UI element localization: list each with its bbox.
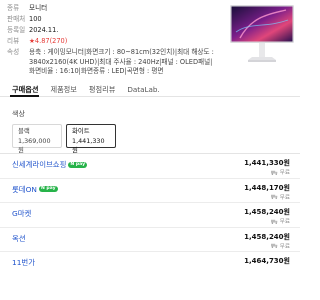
info-registered: 등록일 2024.11.: [7, 25, 225, 36]
info-value: 100: [29, 15, 42, 23]
seller-name: G마켓: [12, 209, 32, 218]
seller-link[interactable]: 옥션: [12, 233, 26, 244]
seller-name: 롯데ON: [12, 184, 37, 194]
truck-icon: [271, 243, 278, 248]
seller-name: 11번가: [12, 258, 36, 267]
seller-list: 신세계라이브쇼핑 N pay 1,441,330원 무료 롯데ON N pay …: [0, 153, 300, 276]
info-key: 종류: [7, 4, 20, 12]
npay-badge: N pay: [38, 186, 58, 192]
option-white-button[interactable]: 화이트 1,441,330원: [66, 124, 116, 154]
review-rating-link[interactable]: ★4.87(270): [29, 36, 67, 47]
product-image[interactable]: [226, 2, 298, 70]
seller-link[interactable]: 11번가: [12, 257, 35, 268]
info-value: 2024.11.: [29, 26, 59, 34]
product-tabs: 구매옵션 제품정보 평점리뷰 DataLab.: [0, 83, 300, 97]
shipping-info: 무료: [271, 242, 290, 250]
seller-price[interactable]: 1,448,170원: [244, 183, 290, 193]
shipping-text: 무료: [279, 170, 290, 176]
info-review[interactable]: 리뷰 ★4.87(270): [7, 36, 225, 47]
seller-row[interactable]: G마켓 1,458,240원 무료: [0, 202, 300, 227]
tab-product-info[interactable]: 제품정보: [44, 83, 82, 96]
option-name: 블랙: [18, 127, 30, 135]
info-key: 속성: [7, 48, 20, 56]
seller-row[interactable]: 신세계라이브쇼핑 N pay 1,441,330원 무료: [0, 153, 300, 178]
seller-price[interactable]: 1,458,240원: [244, 207, 290, 217]
info-attributes: 속성 용축 : 게이밍모니터|화면크기 : 80~81cm(32인치)|최대 해…: [7, 48, 225, 77]
seller-link[interactable]: 신세계라이브쇼핑 N pay: [12, 159, 88, 170]
option-name: 화이트: [72, 127, 90, 135]
shipping-info: 무료: [271, 193, 290, 201]
shipping-text: 무료: [279, 194, 290, 201]
tab-datalab[interactable]: DataLab.: [121, 83, 165, 96]
shipping-info: 무료: [271, 217, 290, 225]
info-value: 모니터: [29, 4, 48, 12]
color-option-label: 색상: [12, 110, 25, 118]
info-category: 종류 모니터: [7, 3, 225, 14]
info-key: 리뷰: [7, 37, 20, 45]
truck-icon: [271, 194, 278, 199]
truck-icon: [271, 170, 278, 175]
seller-price[interactable]: 1,458,240원: [244, 232, 290, 242]
seller-link[interactable]: G마켓: [12, 208, 31, 219]
tab-reviews[interactable]: 평점리뷰: [83, 83, 121, 96]
seller-row[interactable]: 옥션 1,458,240원 무료: [0, 226, 300, 252]
color-options: 블랙 1,369,000원 화이트 1,441,330원: [12, 124, 116, 154]
seller-link[interactable]: 롯데ON N pay: [12, 184, 58, 195]
seller-name: 신세계라이브쇼핑: [12, 160, 67, 169]
seller-name: 옥션: [12, 233, 26, 243]
seller-row[interactable]: 롯데ON N pay 1,448,170원 무료: [0, 177, 300, 203]
seller-row[interactable]: 11번가 1,464,730원: [0, 251, 300, 276]
shipping-info: 무료: [271, 168, 290, 176]
info-key: 판매처: [7, 15, 26, 23]
shipping-text: 무료: [279, 219, 290, 225]
npay-badge: N pay: [68, 161, 88, 168]
option-black-button[interactable]: 블랙 1,369,000원: [12, 124, 62, 154]
seller-price[interactable]: 1,441,330원: [244, 158, 290, 168]
seller-price[interactable]: 1,464,730원: [244, 256, 290, 266]
truck-icon: [271, 219, 278, 224]
info-key: 등록일: [7, 26, 26, 34]
product-info: 종류 모니터 판매처 100 등록일 2024.11. 리뷰 ★4.87(270…: [7, 3, 225, 77]
tab-purchase-options[interactable]: 구매옵션: [0, 83, 44, 97]
shipping-text: 무료: [279, 243, 290, 250]
spec-text: 용축 : 게이밍모니터|화면크기 : 80~81cm(32인치)|최대 해상도 …: [29, 48, 214, 76]
info-spec-count: 판매처 100: [7, 14, 225, 25]
